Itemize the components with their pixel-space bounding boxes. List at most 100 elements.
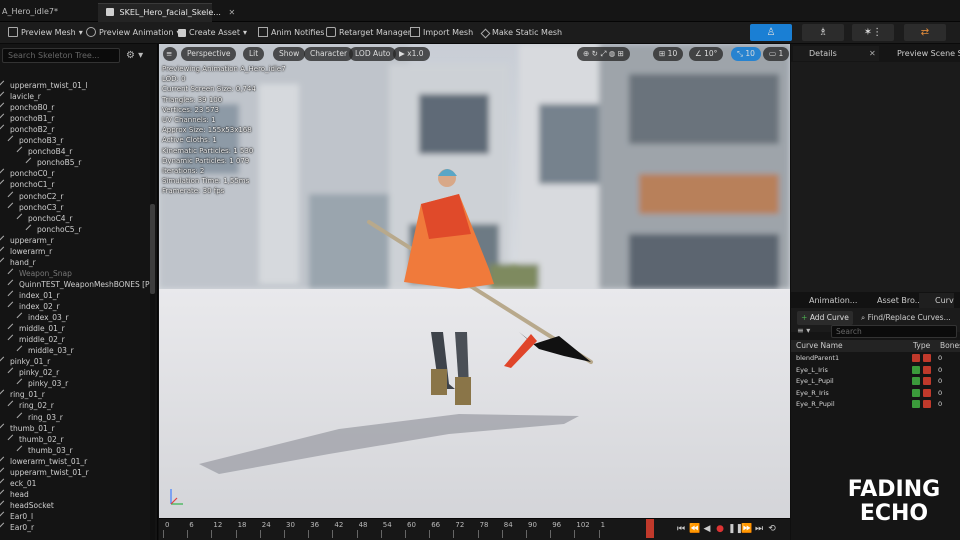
bone-row[interactable]: index_01_r bbox=[7, 290, 60, 301]
bone-row[interactable]: ponchoC5_r bbox=[25, 224, 81, 235]
cross-icon[interactable] bbox=[923, 377, 931, 386]
bone-row[interactable]: thumb_03_r bbox=[16, 445, 73, 456]
cross-icon[interactable] bbox=[923, 354, 931, 362]
mesh-mode-button[interactable]: ♗ bbox=[802, 24, 844, 41]
bone-row[interactable]: ring_02_r bbox=[7, 400, 54, 411]
close-tab-icon[interactable]: ✕ bbox=[228, 8, 235, 17]
bone-row[interactable]: ring_01_r bbox=[0, 389, 45, 400]
settings-button[interactable]: ⚙ ▾ bbox=[126, 48, 152, 63]
curve-row[interactable]: Eye_R_Iris 0 bbox=[791, 387, 960, 399]
bone-row[interactable]: ponchoB5_r bbox=[25, 157, 81, 168]
step-back-icon[interactable]: ⏪ bbox=[689, 524, 700, 534]
retarget-manager-button[interactable]: Retarget Manager bbox=[326, 25, 411, 41]
bone-row[interactable]: Ear0_r bbox=[0, 522, 34, 533]
curve-row[interactable]: blendParent1 0 bbox=[791, 352, 960, 364]
bone-row[interactable]: ponchoB4_r bbox=[16, 146, 72, 157]
bone-row[interactable]: ponchoC4_r bbox=[16, 213, 72, 224]
show-button[interactable]: Show bbox=[273, 47, 306, 61]
add-curve-button[interactable]: + Add Curve bbox=[797, 311, 853, 325]
timeline-playhead[interactable] bbox=[646, 519, 654, 538]
bone-row[interactable]: hand_r bbox=[0, 257, 36, 268]
bone-row[interactable]: upperarm_r bbox=[0, 235, 54, 246]
tab-animation[interactable]: A_Hero_idle7* bbox=[0, 3, 82, 22]
bone-row[interactable]: ponchoC2_r bbox=[7, 191, 63, 202]
bone-row[interactable]: ponchoB2_r bbox=[0, 124, 54, 135]
cross-icon[interactable] bbox=[923, 365, 931, 374]
play-reverse-icon[interactable]: ◀ bbox=[702, 524, 712, 534]
lit-button[interactable]: Lit bbox=[243, 47, 265, 61]
bone-row[interactable]: middle_03_r bbox=[16, 345, 74, 356]
curve-search-input[interactable]: Search bbox=[831, 325, 957, 338]
character-button[interactable]: Character bbox=[304, 47, 354, 61]
bone-row[interactable]: ponchoC1_r bbox=[0, 179, 54, 190]
preview-mesh-button[interactable]: Preview Mesh ▾ bbox=[8, 25, 83, 41]
tab-curves[interactable]: Curv bbox=[919, 293, 954, 308]
check-icon[interactable] bbox=[912, 388, 920, 397]
bone-row[interactable]: thumb_02_r bbox=[7, 434, 64, 445]
bone-row[interactable]: headSocket bbox=[0, 500, 54, 511]
cross-icon[interactable] bbox=[923, 400, 931, 409]
bone-row[interactable]: index_03_r bbox=[16, 312, 69, 323]
bone-row[interactable]: upperarm_twist_01_l bbox=[0, 80, 88, 91]
check-icon[interactable] bbox=[912, 400, 920, 409]
curve-row[interactable]: Eye_L_Iris 0 bbox=[791, 364, 960, 376]
bone-row[interactable]: pinky_01_r bbox=[0, 356, 50, 367]
skip-to-start-icon[interactable]: ⏮ bbox=[676, 524, 686, 534]
perspective-button[interactable]: Perspective bbox=[181, 47, 237, 61]
play-speed-button[interactable]: ▶ x1.0 bbox=[393, 47, 430, 61]
bone-row[interactable]: QuinnTEST_WeaponMeshBONES [Prev bbox=[7, 279, 150, 290]
import-mesh-button[interactable]: Import Mesh bbox=[410, 25, 473, 41]
bone-row[interactable]: ponchoB0_r bbox=[0, 102, 54, 113]
bone-row[interactable]: ponchoC3_r bbox=[7, 202, 63, 213]
lod-button[interactable]: LOD Auto bbox=[349, 47, 397, 61]
bone-row[interactable]: Ear0_l bbox=[0, 511, 33, 522]
tab-animation-sequences[interactable]: Animation... bbox=[793, 293, 857, 308]
scale-snap-button[interactable]: ⤡ 10 bbox=[731, 47, 761, 61]
bone-row[interactable]: eck_01 bbox=[0, 478, 36, 489]
preview-animation-button[interactable]: Preview Animation▾ bbox=[86, 25, 180, 41]
bone-row[interactable]: lowerarm_r bbox=[0, 246, 52, 257]
curve-row[interactable]: Eye_R_Pupil 0 bbox=[791, 398, 960, 410]
bone-row[interactable]: middle_01_r bbox=[7, 323, 65, 334]
blueprint-mode-button[interactable]: ⇄ bbox=[904, 24, 946, 41]
check-icon[interactable] bbox=[912, 365, 920, 374]
bone-row[interactable]: index_02_r bbox=[7, 301, 60, 312]
grid-snap-button[interactable]: ⊞ 10 bbox=[653, 47, 684, 61]
cross-icon[interactable] bbox=[923, 388, 931, 397]
anim-notifies-button[interactable]: Anim Notifies bbox=[258, 25, 324, 41]
filter-button[interactable]: ≡ ▾ bbox=[797, 326, 810, 335]
check-icon[interactable] bbox=[912, 377, 920, 386]
make-static-mesh-button[interactable]: Make Static Mesh bbox=[480, 25, 562, 41]
bone-row[interactable]: ponchoB1_r bbox=[0, 113, 54, 124]
find-replace-curves-button[interactable]: ⌕ Find/Replace Curves... bbox=[861, 311, 957, 325]
step-forward-icon[interactable]: ⏩ bbox=[741, 524, 752, 534]
bone-row[interactable]: pinky_03_r bbox=[16, 378, 68, 389]
tree-scrollbar[interactable] bbox=[150, 80, 155, 540]
bone-row[interactable]: lavicle_r bbox=[0, 91, 41, 102]
skeleton-search-input[interactable]: Search Skeleton Tree... bbox=[2, 48, 120, 63]
camera-speed-button[interactable]: ▭ 1 bbox=[763, 47, 790, 61]
bone-row[interactable]: head bbox=[0, 489, 29, 500]
bone-row[interactable]: upperarm_twist_01_r bbox=[0, 467, 89, 478]
bone-row[interactable]: thumb_01_r bbox=[0, 423, 55, 434]
pause-icon[interactable]: ❚❚ bbox=[728, 524, 743, 534]
bone-row[interactable]: middle_02_r bbox=[7, 334, 65, 345]
bone-row[interactable]: ponchoB3_r bbox=[7, 135, 63, 146]
bone-row[interactable]: lowerarm_twist_01_r bbox=[0, 456, 87, 467]
cross-icon[interactable] bbox=[912, 354, 920, 362]
tab-preview-scene[interactable]: Preview Scene S... bbox=[881, 46, 960, 61]
curve-row[interactable]: Eye_L_Pupil 0 bbox=[791, 375, 960, 387]
tab-details[interactable]: Details ✕ bbox=[793, 46, 879, 61]
skip-to-end-icon[interactable]: ⏭ bbox=[754, 524, 764, 534]
bone-row[interactable]: ring_03_r bbox=[16, 412, 63, 423]
preview-viewport[interactable]: ≡ Perspective Lit Show Character LOD Aut… bbox=[159, 44, 790, 518]
tab-asset-browser[interactable]: Asset Bro... bbox=[861, 293, 922, 308]
transform-tools[interactable]: ⊕ ↻ ⤢ ◍ ⊞ bbox=[577, 47, 630, 61]
bone-row[interactable]: ponchoC0_r bbox=[0, 168, 54, 179]
viewport-options-button[interactable]: ≡ bbox=[163, 47, 177, 61]
tree-scroll-thumb[interactable] bbox=[150, 204, 155, 294]
tab-skeleton[interactable]: SKEL_Hero_facial_Skele... ✕ bbox=[98, 3, 235, 22]
bone-row[interactable]: pinky_02_r bbox=[7, 367, 59, 378]
angle-snap-button[interactable]: ∠ 10° bbox=[689, 47, 724, 61]
bone-row[interactable]: Weapon_Snap bbox=[7, 268, 72, 279]
